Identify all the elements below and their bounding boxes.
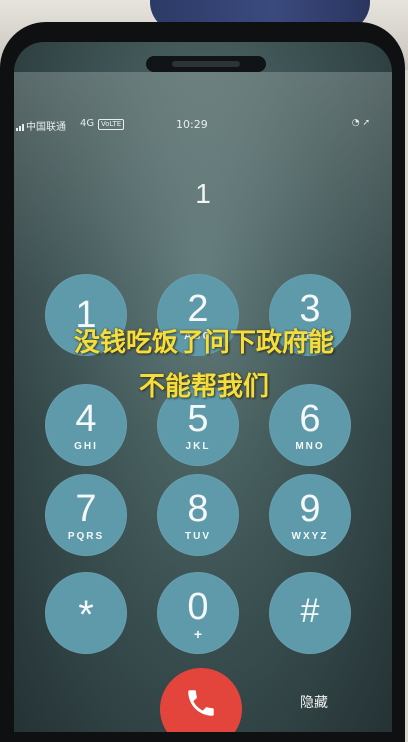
status-bar: 中国联通 4G VoLTE 10:29 ◔ ➚ xyxy=(14,116,392,134)
carrier-label: 中国联通 xyxy=(26,122,66,133)
status-icons: ◔ ➚ xyxy=(352,118,370,128)
caption-line-1: 没钱吃饭了问下政府能 xyxy=(73,328,334,358)
dialed-number: 1 xyxy=(195,178,211,209)
hide-keypad-button[interactable]: 隐藏 xyxy=(284,692,344,712)
network-type: 4G xyxy=(80,118,95,129)
key-digit: 6 xyxy=(299,398,321,440)
key-7[interactable]: 7 PQRS xyxy=(45,474,127,556)
key-digit: 0 xyxy=(187,586,209,628)
key-0[interactable]: 0 + xyxy=(157,572,239,654)
key-letters: GHI xyxy=(74,441,98,452)
earpiece-speaker xyxy=(172,61,240,67)
key-letters: JKL xyxy=(185,441,211,452)
alarm-icon: ◔ xyxy=(351,118,360,128)
key-digit: * xyxy=(78,593,94,637)
key-letters: + xyxy=(193,626,203,642)
key-letters: TUV xyxy=(185,531,211,542)
key-hash[interactable]: # xyxy=(269,572,351,654)
caption-line-2: 不能帮我们 xyxy=(138,372,269,402)
key-digit: 5 xyxy=(187,398,209,440)
key-8[interactable]: 8 TUV xyxy=(157,474,239,556)
key-letters: MNO xyxy=(295,441,325,452)
key-digit: 9 xyxy=(299,488,321,530)
call-button[interactable] xyxy=(160,668,242,732)
key-digit: 7 xyxy=(75,488,97,530)
key-star[interactable]: * xyxy=(45,572,127,654)
key-digit: 4 xyxy=(75,398,97,440)
key-digit: # xyxy=(300,592,320,630)
signal-strength-icon xyxy=(16,120,25,131)
volte-badge: VoLTE xyxy=(98,119,125,130)
key-digit: 8 xyxy=(187,488,209,530)
location-icon: ➚ xyxy=(362,118,370,128)
key-letters: WXYZ xyxy=(291,531,329,542)
key-9[interactable]: 9 WXYZ xyxy=(269,474,351,556)
phone-handset-icon xyxy=(188,690,214,716)
status-time: 10:29 xyxy=(176,118,208,131)
key-letters: PQRS xyxy=(67,531,105,542)
